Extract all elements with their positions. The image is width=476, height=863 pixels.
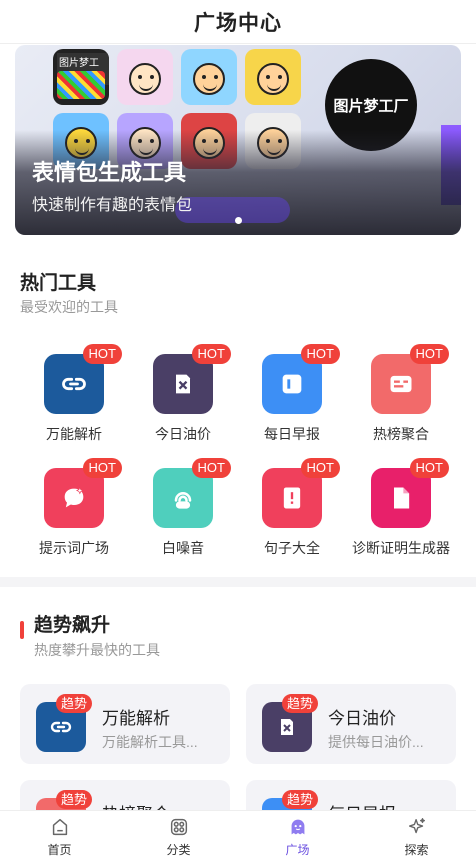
tab-category[interactable]: 分类 — [119, 811, 238, 863]
trend-card[interactable]: 趋势 万能解析 万能解析工具... — [20, 684, 230, 764]
trend-badge: 趋势 — [282, 790, 319, 809]
tab-label: 广场 — [285, 843, 310, 857]
tab-label: 探索 — [404, 843, 429, 857]
header: 广场中心 — [0, 0, 476, 44]
trend-card-title: 今日油价 — [328, 709, 396, 728]
trend-accent-bar — [20, 621, 24, 639]
hot-badge: HOT — [409, 344, 449, 364]
tool-item[interactable]: HOT 热榜聚合 — [351, 344, 451, 444]
banner-subtitle: 快速制作有趣的表情包 — [32, 197, 193, 214]
tool-label: 万能解析 — [46, 426, 102, 442]
chat-sparkle-icon: HOT — [44, 458, 122, 528]
carousel-indicator[interactable] — [235, 217, 242, 224]
hot-badge: HOT — [409, 458, 449, 478]
document-icon: HOT — [371, 458, 449, 528]
list-card-icon: HOT — [371, 344, 449, 414]
tool-item[interactable]: HOT 诊断证明生成器 — [351, 458, 451, 558]
page-title: 广场中心 — [194, 11, 282, 35]
sticker-image — [245, 49, 301, 105]
tab-plaza[interactable]: 广场 — [238, 811, 357, 863]
section-divider — [0, 577, 476, 587]
tool-label: 诊断证明生成器 — [352, 540, 450, 556]
trend-card-desc: 提供每日油价... — [328, 734, 424, 750]
sparkle-icon — [408, 818, 425, 834]
hot-tools-title: 热门工具 — [20, 273, 97, 294]
hot-badge: HOT — [191, 344, 231, 364]
trend-badge: 趋势 — [56, 790, 93, 809]
trend-card[interactable]: 趋势 今日油价 提供每日油价... — [246, 684, 456, 764]
bottom-tab-bar: 首页 分类 广场 探索 — [0, 810, 476, 863]
tool-label: 热榜聚合 — [373, 426, 429, 442]
tool-item[interactable]: HOT 每日早报 — [242, 344, 342, 444]
ghost-icon — [291, 819, 304, 835]
tool-label: 每日早报 — [264, 426, 320, 442]
book-alert-icon: HOT — [262, 458, 340, 528]
trend-badge: 趋势 — [282, 694, 319, 713]
tool-label: 提示词广场 — [39, 540, 109, 556]
tab-explore[interactable]: 探索 — [357, 811, 476, 863]
tool-item[interactable]: HOT 句子大全 — [242, 458, 342, 558]
sticker-image — [181, 49, 237, 105]
hot-badge: HOT — [82, 344, 122, 364]
tab-label: 分类 — [166, 843, 191, 857]
tool-item[interactable]: HOT 白噪音 — [133, 458, 233, 558]
banner-button-shadow — [175, 197, 290, 223]
hot-badge: HOT — [191, 458, 231, 478]
link-icon: HOT — [44, 344, 122, 414]
newspaper-icon: HOT — [262, 344, 340, 414]
hot-badge: HOT — [300, 458, 340, 478]
banner-title: 表情包生成工具 — [32, 160, 187, 185]
trend-badge: 趋势 — [56, 694, 93, 713]
grid-icon — [170, 818, 187, 836]
tool-item[interactable]: HOT 提示词广场 — [24, 458, 124, 558]
hot-badge: HOT — [300, 344, 340, 364]
hot-badge: HOT — [82, 458, 122, 478]
trending-subtitle: 热度攀升最快的工具 — [34, 642, 160, 658]
broadcast-icon: HOT — [153, 458, 231, 528]
banner-carousel[interactable]: 图片梦工厂 图片梦工厂 表情包生成工具 快速制作有趣的表情包 — [15, 45, 461, 235]
tab-home[interactable]: 首页 — [0, 811, 119, 863]
tool-item[interactable]: HOT 今日油价 — [133, 344, 233, 444]
fuel-icon: HOT — [153, 344, 231, 414]
tool-label: 白噪音 — [162, 540, 204, 556]
tab-label: 首页 — [47, 843, 72, 857]
sticker-image — [117, 49, 173, 105]
home-icon — [52, 818, 67, 836]
trend-card-desc: 万能解析工具... — [102, 734, 198, 750]
tool-item[interactable]: HOT 万能解析 — [24, 344, 124, 444]
trend-card-title: 万能解析 — [102, 709, 170, 728]
trending-title: 趋势飙升 — [34, 615, 111, 636]
tool-label: 句子大全 — [264, 540, 320, 556]
sticker-image: 图片梦工厂 — [53, 49, 109, 105]
hot-tools-subtitle: 最受欢迎的工具 — [20, 299, 118, 315]
tool-label: 今日油价 — [155, 426, 211, 442]
